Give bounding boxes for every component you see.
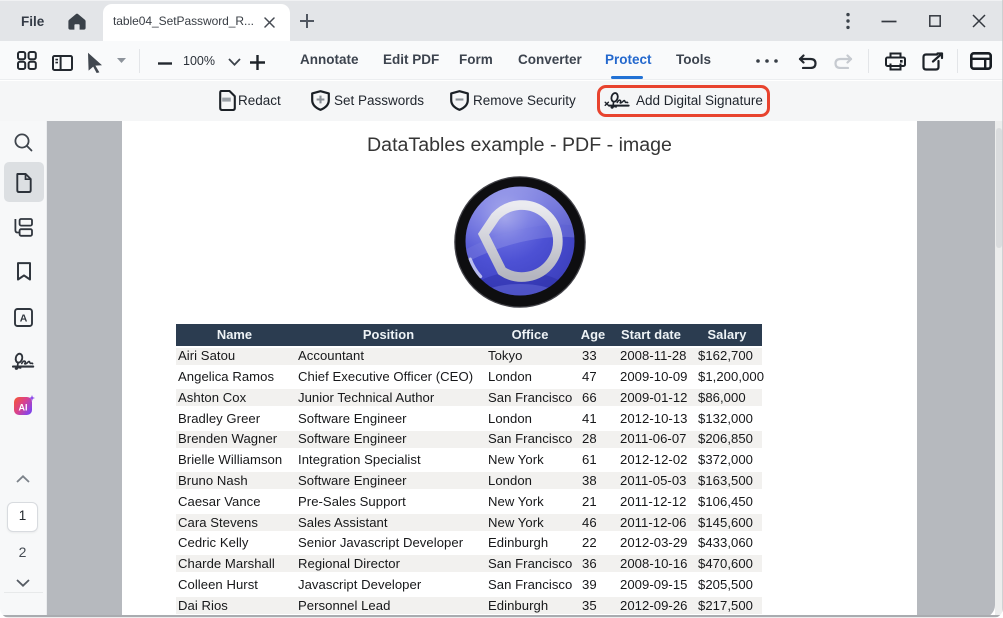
svg-text:AI: AI bbox=[19, 403, 28, 413]
svg-text:A: A bbox=[20, 313, 28, 325]
